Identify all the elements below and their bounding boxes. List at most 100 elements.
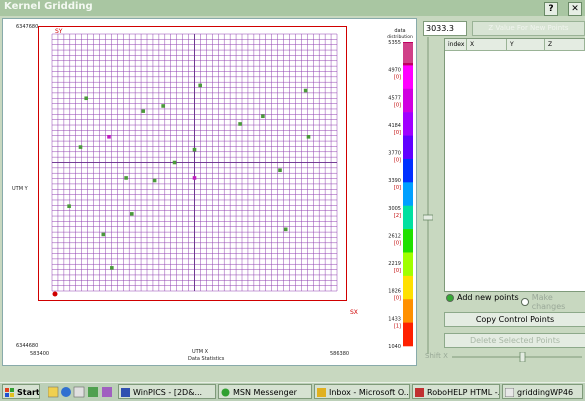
control-point — [67, 204, 71, 208]
start-label: Start — [17, 388, 40, 397]
control-point — [278, 168, 282, 173]
control-point — [172, 160, 177, 165]
legend-swatch — [403, 322, 413, 347]
col-x[interactable]: X — [467, 39, 507, 50]
legend-count: [0] — [394, 268, 401, 274]
control-point — [152, 178, 157, 183]
shift-x-label: Shift X — [425, 352, 448, 360]
control-point — [192, 147, 197, 152]
legend-swatch — [403, 65, 413, 90]
mode-radio-group: Add new points Make changes — [446, 293, 585, 311]
y-axis-label: UTM Y — [12, 186, 28, 192]
legend-swatch — [403, 252, 413, 277]
make-changes-label: Make changes — [531, 293, 566, 311]
legend-count: [2] — [394, 213, 401, 219]
legend-swatch — [403, 275, 413, 300]
task-winpics[interactable]: WinPICS - [2D&... — [118, 384, 216, 399]
sx-label: SX — [350, 309, 358, 316]
control-points-table[interactable]: index X Y Z — [444, 38, 585, 292]
task-gridding[interactable]: griddingWP46 — [502, 384, 583, 399]
task-robohelp[interactable]: RoboHELP HTML -... — [412, 384, 500, 399]
legend-count: [0] — [394, 296, 401, 302]
make-changes-radio[interactable]: Make changes — [521, 293, 585, 311]
copy-control-points-button[interactable]: Copy Control Points — [444, 312, 585, 327]
legend-value: 4184 — [388, 123, 401, 129]
control-point — [130, 212, 134, 216]
legend-value: 5355 — [388, 40, 401, 46]
control-point — [198, 83, 202, 88]
control-point — [261, 114, 265, 119]
legend-count: [0] — [394, 240, 401, 246]
control-point — [124, 176, 128, 180]
legend-title: data — [394, 28, 405, 34]
task-label: RoboHELP HTML -... — [427, 388, 500, 397]
col-z[interactable]: Z — [545, 39, 585, 50]
x-left-label: 583400 — [30, 351, 50, 357]
close-button[interactable]: ✕ — [568, 2, 582, 16]
color-legend: datadistribution53554970[0]4577[0]4184[0… — [387, 28, 413, 348]
z-value-button[interactable]: Z Value For New Points — [472, 21, 585, 36]
origin-marker — [52, 291, 58, 297]
window-title: Kernel Gridding — [4, 1, 93, 12]
control-point — [141, 109, 145, 113]
legend-value: 2219 — [388, 261, 401, 267]
col-y[interactable]: Y — [507, 39, 545, 50]
task-label: Inbox - Microsoft O... — [329, 388, 410, 397]
task-label: MSN Messenger — [233, 388, 297, 397]
legend-count: [0] — [394, 158, 401, 164]
x-right-label: 586380 — [330, 351, 350, 357]
start-button[interactable]: Start — [2, 384, 40, 399]
robohelp-icon — [415, 388, 424, 397]
y-bottom-label: 6344680 — [16, 343, 39, 349]
control-point — [303, 88, 308, 93]
legend-swatch — [403, 182, 413, 206]
quick-launch-icons[interactable] — [48, 386, 112, 398]
task-msn[interactable]: MSN Messenger — [218, 384, 312, 399]
control-point — [306, 135, 311, 139]
control-point — [78, 145, 83, 149]
x-axis-label: UTM X — [192, 349, 209, 355]
add-points-label: Add new points — [457, 293, 519, 302]
control-point — [161, 104, 165, 108]
z-value-input[interactable]: 3033.3 — [423, 21, 467, 36]
legend-swatch — [403, 158, 413, 183]
task-label: WinPICS - [2D&... — [133, 388, 203, 397]
legend-count: [0] — [394, 185, 401, 191]
z-slider[interactable] — [423, 37, 433, 354]
task-inbox[interactable]: Inbox - Microsoft O... — [314, 384, 410, 399]
legend-value: 3005 — [388, 206, 401, 212]
delete-selected-points-button[interactable]: Delete Selected Points — [444, 333, 585, 348]
legend-swatch — [403, 299, 413, 323]
col-index[interactable]: index — [445, 39, 467, 50]
control-point — [283, 227, 288, 232]
control-point — [238, 122, 242, 126]
legend-swatch — [403, 88, 413, 113]
add-points-radio[interactable]: Add new points — [446, 293, 519, 302]
legend-value: 3770 — [388, 151, 401, 157]
title-bar: Kernel Gridding ? ✕ — [0, 0, 585, 16]
legend-value: 1826 — [388, 289, 401, 295]
control-point — [192, 176, 197, 180]
outlook-icon — [317, 388, 326, 397]
help-button[interactable]: ? — [544, 2, 558, 16]
windows-logo-icon — [5, 388, 14, 397]
legend-swatch — [403, 205, 413, 230]
legend-value: 4577 — [388, 95, 401, 101]
kernel-grid[interactable] — [38, 26, 347, 301]
table-header: index X Y Z — [445, 39, 585, 51]
taskbar: Start WinPICS - [2D&... MSN Messenger In… — [0, 382, 585, 401]
legend-value: 3390 — [388, 178, 401, 184]
y-top-label: 6347680 — [16, 24, 39, 30]
shift-x-slider[interactable] — [452, 352, 582, 362]
x-sublabel: Data Statistics — [188, 356, 225, 362]
control-point — [107, 135, 111, 139]
document-icon — [505, 388, 514, 397]
legend-count: [0] — [394, 102, 401, 108]
msn-icon — [221, 388, 230, 397]
legend-value: 2612 — [388, 233, 401, 239]
legend-swatch — [403, 112, 413, 136]
task-label: griddingWP46 — [517, 388, 574, 397]
legend-swatch — [403, 229, 413, 253]
grid-border — [38, 26, 347, 301]
winpics-icon — [121, 388, 130, 397]
